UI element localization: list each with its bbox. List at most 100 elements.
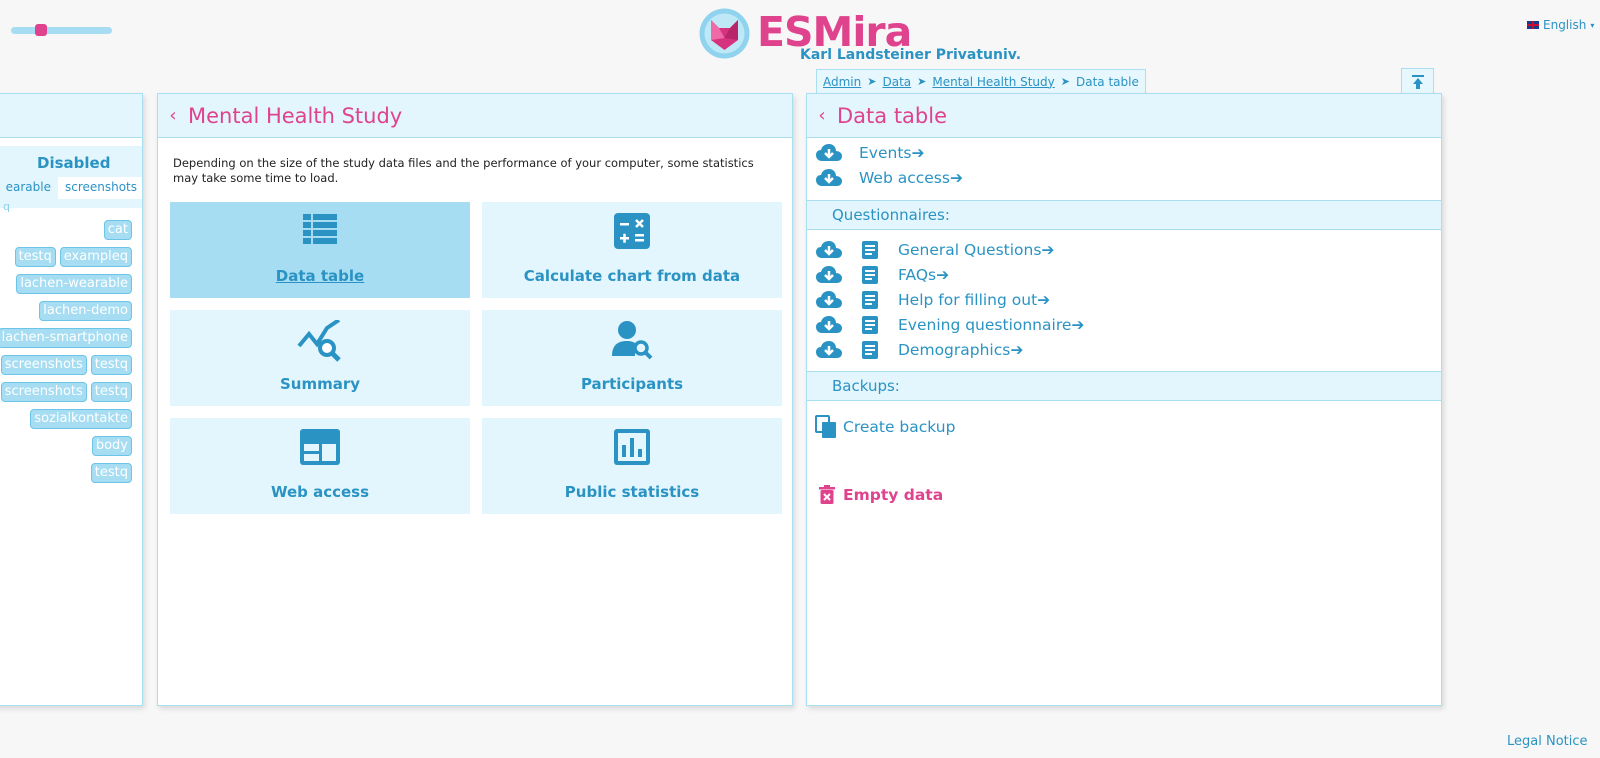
tile-calculate-chart[interactable]: Calculate chart from data <box>482 202 782 298</box>
questionnaire-link[interactable]: Demographics➔ <box>898 341 1023 359</box>
tab-earable[interactable]: earable <box>0 177 58 199</box>
trash-icon <box>819 485 835 504</box>
tile-label: Public statistics <box>564 483 700 501</box>
document-icon[interactable] <box>858 240 882 260</box>
study-list-panel-header <box>0 94 142 138</box>
language-label: English <box>1543 18 1587 32</box>
scroll-to-top-button[interactable] <box>1401 68 1434 94</box>
tag-item[interactable]: lachen-smartphone <box>0 328 132 348</box>
calculator-icon <box>614 213 650 249</box>
language-selector[interactable]: English ▾ <box>1527 18 1594 32</box>
tag-item[interactable]: testq <box>90 382 132 402</box>
document-icon[interactable] <box>858 290 882 310</box>
zoom-slider[interactable] <box>11 24 112 36</box>
empty-data-label: Empty data <box>843 485 944 504</box>
download-row: Events➔ <box>815 144 924 162</box>
cloud-download-icon[interactable] <box>815 291 843 309</box>
tab-screenshots[interactable]: screenshots <box>58 177 142 199</box>
questionnaire-row: Help for filling out➔ <box>815 290 1050 310</box>
bar-chart-icon <box>614 429 650 465</box>
backups-heading: Backups: <box>807 371 1441 401</box>
arrow-up-to-line-icon <box>1411 74 1424 89</box>
person-search-icon <box>612 321 653 360</box>
tag-item[interactable]: screenshots <box>0 355 87 375</box>
tag-item[interactable]: testq <box>90 463 132 483</box>
tag-item[interactable]: lachen-wearable <box>16 274 132 294</box>
breadcrumb-study[interactable]: Mental Health Study <box>932 75 1054 89</box>
tag-item[interactable]: screenshots <box>0 382 87 402</box>
create-backup-label: Create backup <box>843 418 956 436</box>
breadcrumb: Admin ➤ Data ➤ Mental Health Study ➤ Dat… <box>816 69 1146 93</box>
caret-down-icon: ▾ <box>1590 20 1595 30</box>
table-icon <box>303 214 337 244</box>
data-table-title: Data table <box>837 103 948 128</box>
tile-label: Calculate chart from data <box>523 267 741 285</box>
study-panel-header: ‹ Mental Health Study <box>158 94 792 138</box>
download-web-access-link[interactable]: Web access➔ <box>859 169 963 187</box>
cloud-download-icon[interactable] <box>815 144 843 162</box>
back-chevron-icon[interactable]: ‹ <box>807 105 837 126</box>
disabled-heading: Disabled <box>37 154 111 172</box>
back-chevron-icon[interactable]: ‹ <box>158 105 188 126</box>
tile-data-table[interactable]: Data table <box>170 202 470 298</box>
tile-label: Web access <box>270 483 370 501</box>
cloud-download-icon[interactable] <box>815 241 843 259</box>
tag-item[interactable]: sozialkontakte <box>30 409 132 429</box>
download-events-link[interactable]: Events➔ <box>859 144 924 162</box>
organization-name: Karl Landsteiner Privatuniv. <box>800 47 1022 63</box>
document-icon[interactable] <box>858 340 882 360</box>
questionnaire-link[interactable]: Evening questionnaire➔ <box>898 316 1084 334</box>
tag-item[interactable]: body <box>91 436 132 456</box>
chart-search-icon <box>297 320 341 362</box>
empty-data-button[interactable]: Empty data <box>819 485 943 504</box>
tile-participants[interactable]: Participants <box>482 310 782 406</box>
tile-label: Participants <box>580 375 684 393</box>
filter-text: q <box>3 200 10 213</box>
tag-item[interactable]: exampleq <box>59 247 132 267</box>
cloud-download-icon[interactable] <box>815 341 843 359</box>
uk-flag-icon <box>1527 21 1539 29</box>
questionnaire-link[interactable]: Help for filling out➔ <box>898 291 1050 309</box>
web-window-icon <box>300 429 340 465</box>
cloud-download-icon[interactable] <box>815 266 843 284</box>
breadcrumb-separator: ➤ <box>867 75 877 88</box>
study-list-panel: Disabled earable screenshots q cat testq… <box>0 93 143 706</box>
questionnaire-row: Evening questionnaire➔ <box>815 315 1084 335</box>
tile-public-statistics[interactable]: Public statistics <box>482 418 782 514</box>
tag-item[interactable]: testq <box>14 247 56 267</box>
questionnaire-row: FAQs➔ <box>815 265 949 285</box>
questionnaire-link[interactable]: FAQs➔ <box>898 266 949 284</box>
study-panel: ‹ Mental Health Study Depending on the s… <box>157 93 793 706</box>
zoom-slider-handle[interactable] <box>35 24 47 36</box>
tile-summary[interactable]: Summary <box>170 310 470 406</box>
download-row: Web access➔ <box>815 169 963 187</box>
study-tabs: earable screenshots <box>0 177 142 199</box>
tile-web-access[interactable]: Web access <box>170 418 470 514</box>
tile-label: Data table <box>275 267 365 285</box>
questionnaire-row: General Questions➔ <box>815 240 1054 260</box>
questionnaires-heading: Questionnaires: <box>807 200 1441 230</box>
breadcrumb-data[interactable]: Data <box>882 75 911 89</box>
tag-item[interactable]: cat <box>103 220 132 240</box>
document-icon[interactable] <box>858 265 882 285</box>
cloud-download-icon[interactable] <box>815 316 843 334</box>
study-title: Mental Health Study <box>188 103 403 128</box>
copy-files-icon <box>815 415 836 438</box>
legal-notice-link[interactable]: Legal Notice <box>1507 734 1588 749</box>
tile-label: Summary <box>279 375 361 393</box>
breadcrumb-separator: ➤ <box>917 75 927 88</box>
breadcrumb-separator: ➤ <box>1060 75 1070 88</box>
breadcrumb-admin[interactable]: Admin <box>823 75 861 89</box>
loading-hint: Depending on the size of the study data … <box>173 156 754 185</box>
breadcrumb-current: Data table <box>1075 74 1139 89</box>
questionnaire-link[interactable]: General Questions➔ <box>898 241 1054 259</box>
create-backup-button[interactable]: Create backup <box>815 415 955 439</box>
tag-list: cat testq exampleq lachen-wearable lache… <box>0 220 132 483</box>
cloud-download-icon[interactable] <box>815 169 843 187</box>
tag-item[interactable]: lachen-demo <box>39 301 132 321</box>
questionnaire-row: Demographics➔ <box>815 340 1023 360</box>
document-icon[interactable] <box>858 315 882 335</box>
data-table-panel-header: ‹ Data table <box>807 94 1441 138</box>
tag-item[interactable]: testq <box>90 355 132 375</box>
data-table-panel: ‹ Data table Events➔ Web access➔ Questio… <box>806 93 1442 706</box>
